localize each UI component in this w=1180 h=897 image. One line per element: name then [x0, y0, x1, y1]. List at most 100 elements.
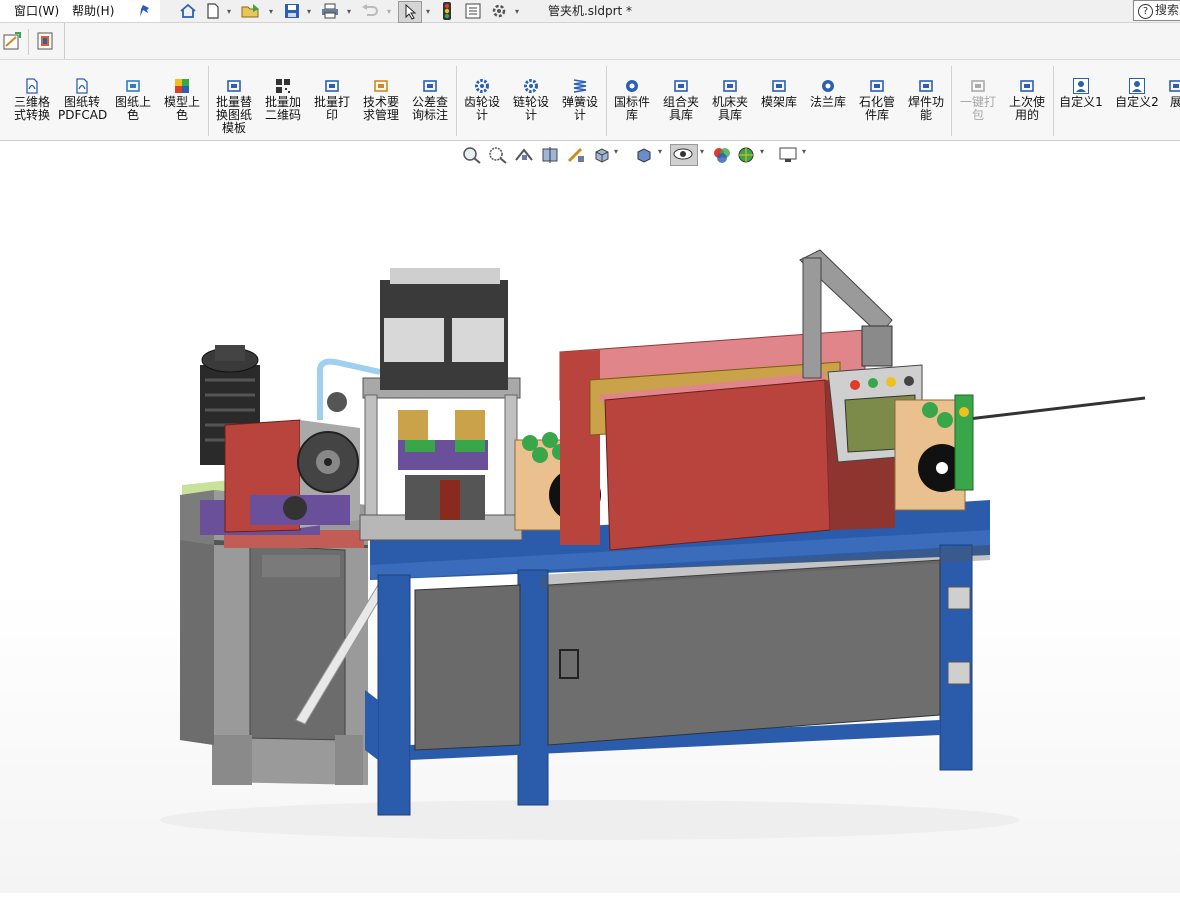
press-station [359, 268, 523, 541]
recent-icon [1019, 78, 1035, 94]
pdf-icon [74, 78, 90, 94]
hide-show-items-icon[interactable] [670, 144, 698, 166]
ribbon-button-label: 模型上 色 [163, 95, 200, 122]
ribbon-button-label: 组合夹 具库 [662, 95, 699, 122]
ribbon-button-16[interactable]: 法兰库 [804, 78, 852, 109]
ribbon-button-12[interactable]: 国标件 库 [608, 78, 656, 122]
zoom-to-area-icon[interactable] [488, 146, 508, 168]
ribbon-separator [456, 66, 457, 136]
ribbon-button-0[interactable]: 三维格 式转换 [8, 78, 56, 122]
ribbon-button-7[interactable]: 技术要 求管理 [357, 78, 405, 122]
ribbon-button-label: 批量加 二维码 [264, 95, 301, 122]
ribbon-button-label: 模架库 [760, 95, 797, 109]
ribbon-button-13[interactable]: 组合夹 具库 [657, 78, 705, 122]
ribbon-button-label: 批量打 印 [313, 95, 350, 122]
window-title: 管夹机.sldprt * [547, 4, 633, 18]
chevron-down-icon[interactable]: ▾ [760, 147, 764, 156]
ribbon-button-5[interactable]: 批量加 二维码 [259, 78, 307, 122]
sprocket-icon [523, 78, 539, 94]
ribbon-button-label: 齿轮设 计 [463, 95, 500, 122]
ribbon-button-label: 上次使 用的 [1008, 95, 1045, 122]
layers-icon [125, 78, 141, 94]
ribbon-button-label: 一键打 包 [959, 95, 996, 122]
tolerance-icon [422, 78, 438, 94]
ribbon-button-3[interactable]: 模型上 色 [158, 78, 206, 122]
ribbon-button-1[interactable]: 图纸转 PDFCAD [58, 78, 108, 122]
list-icon [373, 78, 389, 94]
plugin-icon[interactable] [36, 32, 54, 54]
ribbon-button-10[interactable]: 链轮设 计 [507, 78, 555, 122]
right-roller-block [894, 394, 974, 511]
machine-model [160, 249, 1146, 840]
ribbon-separator [951, 66, 952, 136]
ribbon-button-label: 石化管 件库 [858, 95, 895, 122]
package-icon [970, 78, 986, 94]
chevron-down-icon[interactable]: ▾ [802, 147, 806, 156]
edit-appearance-icon[interactable] [712, 146, 732, 168]
sketch-new-icon[interactable] [3, 32, 21, 54]
view-orientation-icon[interactable] [592, 146, 612, 168]
heads-up-view-toolbar: ▾ ▾ ▾ ▾ ▾ [462, 144, 812, 166]
mold-icon [771, 78, 787, 94]
ribbon-button-19[interactable]: 一键打 包 [954, 78, 1002, 122]
flange-icon [820, 78, 836, 94]
zoom-to-fit-icon[interactable] [462, 146, 482, 168]
ribbon-button-label: 焊件功 能 [907, 95, 944, 122]
weld-icon [918, 78, 934, 94]
ribbon-button-label: 批量替 换图纸 模板 [215, 95, 252, 135]
user-icon [1073, 78, 1089, 94]
ribbon-button-2[interactable]: 图纸上 色 [109, 78, 157, 122]
ribbon-button-8[interactable]: 公差查 询标注 [406, 78, 454, 122]
convert-icon [24, 78, 40, 94]
ribbon-button-label: 弹簧设 计 [561, 95, 598, 122]
help-question-icon: ? [1138, 4, 1153, 19]
ribbon-button-label: 自定义1 [1059, 95, 1103, 109]
ribbon-button-label: 图纸转 PDFCAD [58, 95, 108, 122]
ribbon-button-label: 国标件 库 [613, 95, 650, 122]
color-cube-icon [174, 78, 190, 94]
ribbon-button-label: 图纸上 色 [114, 95, 151, 122]
ribbon-separator [208, 66, 209, 136]
search-box[interactable]: ? 搜索 [1133, 0, 1180, 21]
ribbon-button-14[interactable]: 机床夹 具库 [706, 78, 754, 122]
secondary-toolbar [0, 23, 1180, 60]
ribbon-button-label: 机床夹 具库 [711, 95, 748, 122]
ribbon-button-6[interactable]: 批量打 印 [308, 78, 356, 122]
section-view-icon[interactable] [540, 146, 560, 168]
ribbon-button-11[interactable]: 弹簧设 计 [556, 78, 604, 122]
ribbon-button-21[interactable]: 自定义1 [1057, 78, 1105, 109]
ribbon-button-label: 公差查 询标注 [411, 95, 448, 122]
spring-icon [572, 78, 588, 94]
ribbon-button-label: 展 [1169, 95, 1180, 109]
replace-icon [226, 78, 242, 94]
ribbon-button-9[interactable]: 齿轮设 计 [458, 78, 506, 122]
ribbon-button-label: 链轮设 计 [512, 95, 549, 122]
chevron-down-icon[interactable]: ▾ [614, 147, 618, 156]
view-settings-icon[interactable] [778, 146, 798, 168]
user-icon [1129, 78, 1145, 94]
qrcode-icon [275, 78, 291, 94]
feed-unit [224, 419, 360, 533]
search-label: 搜索 [1155, 3, 1180, 17]
fixture-icon [673, 78, 689, 94]
pipe-icon [869, 78, 885, 94]
ribbon-button-18[interactable]: 焊件功 能 [902, 78, 950, 122]
expand-icon [1168, 78, 1180, 94]
apply-scene-icon[interactable] [736, 146, 756, 168]
ribbon-button-17[interactable]: 石化管 件库 [853, 78, 901, 122]
ribbon-button-20[interactable]: 上次使 用的 [1003, 78, 1051, 122]
previous-view-icon[interactable] [514, 146, 534, 168]
gear-icon [474, 78, 490, 94]
ribbon-button-4[interactable]: 批量替 换图纸 模板 [210, 78, 258, 135]
chevron-down-icon[interactable]: ▾ [700, 147, 704, 156]
ribbon-button-label: 三维格 式转换 [13, 95, 50, 122]
nut-icon [624, 78, 640, 94]
ribbon-button-label: 法兰库 [809, 95, 846, 109]
ribbon-button-15[interactable]: 模架库 [755, 78, 803, 109]
display-style-icon[interactable] [634, 146, 654, 168]
ribbon-button-23[interactable]: 展 [1152, 78, 1180, 109]
chevron-down-icon[interactable]: ▾ [658, 147, 662, 156]
dynamic-annotation-icon[interactable] [566, 146, 586, 168]
print-icon [324, 78, 340, 94]
graphics-viewport[interactable] [0, 141, 1180, 893]
